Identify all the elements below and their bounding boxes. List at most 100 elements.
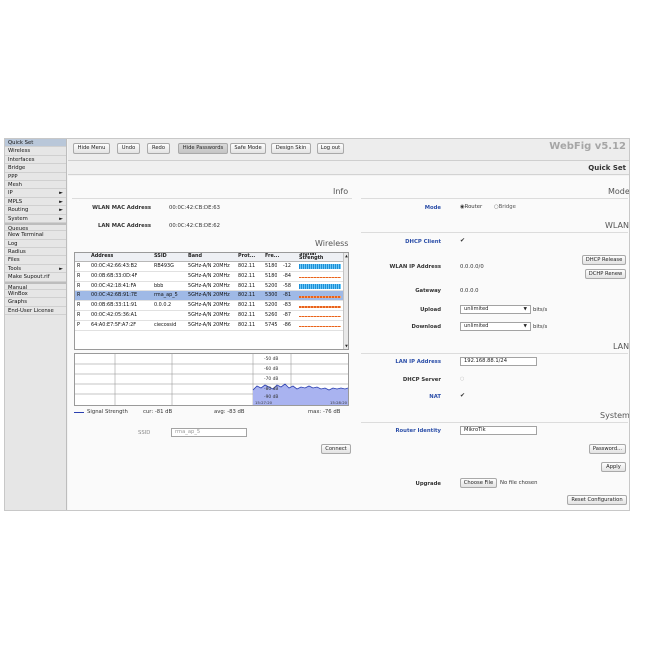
upgrade-label: Upgrade — [415, 481, 441, 487]
sidebar-item-make-supout-rif[interactable]: Make Supout.rif — [5, 273, 66, 282]
cell-signal: -81 — [283, 292, 291, 299]
dhcp-server-checkbox[interactable]: ○ — [460, 376, 464, 382]
cell-band: 5GHz-A/N 20MHz — [188, 321, 230, 328]
scale-label-70: -70 dB — [264, 377, 279, 382]
undo-button[interactable]: Undo — [117, 143, 140, 154]
table-scrollbar[interactable]: ▲ ▼ — [343, 253, 348, 349]
sidebar-item-label: Radius — [8, 249, 26, 256]
signal-strength-bar — [299, 276, 341, 279]
sidebar-item-radius[interactable]: Radius — [5, 248, 66, 257]
lan-ip-input[interactable]: 192.168.88.1/24 — [460, 357, 537, 366]
sidebar-item-ip[interactable]: IP ► — [5, 189, 66, 198]
cell-prot: 802.11 — [238, 321, 256, 328]
graph-time-end: 15:28:20 — [330, 400, 348, 405]
graph-time-start: 15:27:20 — [255, 400, 273, 405]
scale-label-60: -60 dB — [264, 367, 279, 372]
cell-signal: -58 — [283, 282, 291, 289]
table-row[interactable]: R 00:0B:6B:33:0D:4F 5GHz-A/N 20MHz 802.11 51… — [75, 272, 348, 282]
choose-file-button[interactable]: Choose File — [460, 478, 497, 488]
signal-strength-bar — [299, 325, 341, 328]
divider — [361, 422, 628, 423]
signal-strength-bar — [299, 264, 341, 269]
sidebar-item-routing[interactable]: Routing ► — [5, 206, 66, 215]
sidebar-item-label: Files — [8, 257, 20, 264]
sidebar-item-tools[interactable]: Tools ► — [5, 265, 66, 274]
sidebar-item-label: Interfaces — [8, 156, 35, 163]
ssid-input[interactable]: rma_ap_5 — [171, 428, 247, 437]
divider — [72, 198, 352, 199]
column-header-band[interactable]: Band — [188, 253, 202, 262]
mode-bridge-radio[interactable]: ○Bridge — [494, 204, 516, 210]
safe-mode-button[interactable]: Safe Mode — [230, 143, 266, 154]
cell-flag: R — [77, 302, 81, 309]
sidebar-item-winbox[interactable]: WinBox — [5, 290, 66, 299]
mode-section-title: Mode — [608, 187, 630, 196]
wlan-mac-value: 00:0C:42:CB:DE:63 — [169, 205, 220, 211]
hide-passwords-button[interactable]: Hide Passwords — [178, 143, 228, 154]
sidebar-item-interfaces[interactable]: Interfaces — [5, 156, 66, 165]
scroll-down-icon[interactable]: ▼ — [344, 344, 348, 348]
redo-button[interactable]: Redo — [147, 143, 170, 154]
cell-band: 5GHz-A/N 20MHz — [188, 263, 230, 269]
column-header-protocol[interactable]: Prot... — [238, 253, 255, 262]
dhcp-release-button[interactable]: DHCP Release — [582, 255, 626, 265]
column-header-address[interactable]: Address — [91, 253, 113, 262]
table-row[interactable]: R 00:0C:42:05:36:A1 5GHz-A/N 20MHz 802.11 52… — [75, 311, 348, 321]
table-row[interactable]: P 64:A0:E7:5F:A7:2F ciecossid 5GHz-A/N 20MH… — [75, 321, 348, 331]
router-identity-label: Router Identity — [395, 428, 441, 434]
upload-select[interactable]: unlimited ▼ — [460, 305, 531, 314]
sidebar-item-label: Bridge — [8, 165, 26, 172]
sidebar-item-system[interactable]: System ► — [5, 215, 66, 223]
connect-button[interactable]: Connect — [321, 444, 351, 454]
signal-strength-bar — [299, 296, 341, 298]
hide-menu-button[interactable]: Hide Menu — [73, 143, 110, 154]
apply-button[interactable]: Apply — [601, 462, 626, 472]
cell-band: 5GHz-A/N 20MHz — [188, 311, 230, 318]
sidebar-item-files[interactable]: Files — [5, 256, 66, 265]
cell-prot: 802.11 — [238, 263, 256, 269]
column-header-frequency[interactable]: Fre... — [265, 253, 279, 262]
nat-checkbox[interactable]: ✔ — [460, 392, 465, 399]
sidebar-item-mpls[interactable]: MPLS ► — [5, 198, 66, 207]
sidebar-item-quick-set[interactable]: Quick Set — [5, 139, 66, 148]
table-row[interactable]: R 00:0C:42:18:41:FA bbb 5GHz-A/N 20MHz 802.1… — [75, 282, 348, 292]
cell-band: 5GHz-A/N 20MHz — [188, 272, 230, 279]
sidebar-item-queues[interactable]: Queues — [5, 222, 66, 232]
sidebar-item-mesh[interactable]: Mesh — [5, 181, 66, 190]
wlan-mac-label: WLAN MAC Address — [92, 205, 151, 211]
download-select-value: unlimited — [464, 323, 489, 329]
password-button[interactable]: Password... — [589, 444, 626, 454]
column-header-ssid[interactable]: SSID — [154, 253, 167, 262]
log-out-button[interactable]: Log out — [317, 143, 344, 154]
signal-strength-graph: -50 dB -60 dB -70 dB -80 dB -90 dB 15:27… — [74, 353, 349, 406]
sidebar-item-log[interactable]: Log — [5, 240, 66, 249]
table-row[interactable]: R 00:0C:42:66:43:B2 RB493G 5GHz-A/N 20MHz 80… — [75, 262, 348, 272]
scroll-up-icon[interactable]: ▲ — [344, 254, 348, 258]
sidebar-item-bridge[interactable]: Bridge — [5, 164, 66, 173]
sidebar-item-manual[interactable]: Manual — [5, 281, 66, 291]
sidebar-item-end-user-license[interactable]: End-User License — [5, 307, 66, 316]
signal-strength-bar — [299, 306, 341, 308]
table-body: R 00:0C:42:66:43:B2 RB493G 5GHz-A/N 20MHz 80… — [75, 262, 348, 331]
nat-label: NAT — [429, 394, 441, 400]
lan-section-title: LAN — [613, 342, 630, 351]
reset-configuration-button[interactable]: Reset Configuration — [567, 495, 627, 505]
mode-router-radio[interactable]: ◉Router — [460, 204, 482, 210]
dhcp-renew-button[interactable]: DCHP Renew — [585, 269, 626, 279]
cell-flag: R — [77, 282, 81, 289]
download-select[interactable]: unlimited ▼ — [460, 322, 531, 331]
sidebar-item-ppp[interactable]: PPP — [5, 173, 66, 181]
router-identity-input[interactable]: MikroTik — [460, 426, 537, 435]
scale-label-50: -50 dB — [264, 357, 279, 362]
signal-strength-bar — [299, 283, 341, 289]
table-row[interactable]: R 00:0C:42:6B:91:7E rma_ap_5 5GHz-A/N 20MHz… — [75, 291, 348, 302]
sidebar-item-new-terminal[interactable]: New Terminal — [5, 231, 66, 240]
dhcp-client-checkbox[interactable]: ✔ — [460, 237, 465, 244]
cell-address: 00:0B:6B:33:11:91 — [91, 302, 138, 309]
table-row[interactable]: R 00:0B:6B:33:11:91 0.0.0.2 5GHz-A/N 20MHz 8… — [75, 301, 348, 311]
design-skin-button[interactable]: Design Skin — [271, 143, 311, 154]
sidebar-item-wireless[interactable]: Wireless — [5, 147, 66, 156]
sidebar-item-graphs[interactable]: Graphs — [5, 298, 66, 307]
column-header-signal-strength[interactable]: Signal Strength — [299, 253, 339, 261]
sidebar-item-label: Quick Set — [8, 140, 34, 146]
